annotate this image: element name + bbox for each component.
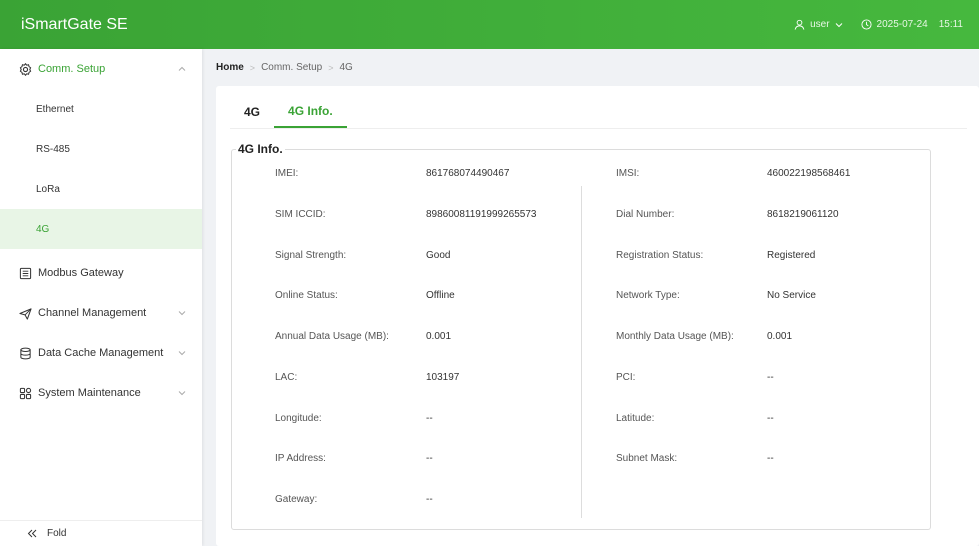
info-label: Network Type:	[616, 290, 680, 301]
breadcrumb-separator-icon: >	[249, 62, 256, 73]
chevron-down-icon	[178, 308, 186, 318]
info-value: 103197	[426, 372, 460, 383]
breadcrumb-comm-setup[interactable]: Comm. Setup	[261, 62, 322, 73]
info-value: 861768074490467	[426, 168, 510, 179]
info-value: --	[767, 453, 774, 464]
info-value: 89860081191999265573	[426, 209, 537, 220]
app-title: iSmartGate SE	[21, 15, 128, 33]
info-label: Longitude:	[275, 413, 322, 424]
sidebar-group-label: Data Cache Management	[38, 347, 164, 359]
breadcrumb: Home > Comm. Setup > 4G	[216, 62, 353, 73]
info-label: Registration Status:	[616, 250, 704, 261]
sidebar-item-4g[interactable]: 4G	[0, 209, 202, 249]
tab-4g[interactable]: 4G	[230, 96, 274, 128]
fold-label: Fold	[47, 528, 67, 539]
info-label: Dial Number:	[616, 209, 675, 220]
sidebar-item-ethernet[interactable]: Ethernet	[0, 89, 202, 129]
info-panel-title: 4G Info.	[238, 142, 283, 156]
breadcrumb-home[interactable]: Home	[216, 62, 244, 73]
plane-icon	[19, 307, 32, 320]
info-value: Offline	[426, 290, 455, 301]
double-chevron-left-icon	[27, 529, 37, 538]
current-time: 15:11	[938, 19, 963, 30]
info-label: IP Address:	[275, 453, 326, 464]
sidebar-group-label: Modbus Gateway	[38, 267, 124, 279]
info-label: LAC:	[275, 372, 298, 383]
info-value: --	[426, 413, 433, 424]
sidebar-item-rs485[interactable]: RS-485	[0, 129, 202, 169]
info-value: No Service	[767, 290, 816, 301]
sidebar-item-lora[interactable]: LoRa	[0, 169, 202, 209]
info-value: Registered	[767, 250, 816, 261]
top-bar: iSmartGate SE user 2025-07-24 15:11	[0, 0, 979, 49]
top-right: user 2025-07-24 15:11	[794, 19, 963, 30]
chevron-down-icon	[178, 348, 186, 358]
info-label: Gateway:	[275, 494, 318, 505]
breadcrumb-current: 4G	[339, 62, 353, 73]
sidebar-item-comm-setup[interactable]: Comm. Setup	[0, 49, 202, 89]
info-label: PCI:	[616, 372, 636, 383]
info-value: 0.001	[767, 331, 793, 342]
info-value: --	[767, 413, 774, 424]
clock: 2025-07-24 15:11	[861, 19, 963, 30]
user-icon	[794, 19, 805, 30]
info-label: Monthly Data Usage (MB):	[616, 331, 734, 342]
current-date: 2025-07-24	[876, 19, 928, 30]
info-value: 460022198568461	[767, 168, 851, 179]
sidebar-item-modbus-gateway[interactable]: Modbus Gateway	[0, 253, 202, 293]
info-value: Good	[426, 250, 451, 261]
breadcrumb-separator-icon: >	[328, 62, 334, 73]
chevron-down-icon	[835, 22, 843, 28]
user-name: user	[810, 19, 830, 30]
info-label: Online Status:	[275, 290, 338, 301]
info-label: Signal Strength:	[275, 250, 347, 261]
main-card: 4G 4G Info. 4G Info. IMEI: 86176807449046…	[216, 86, 979, 546]
info-label: IMSI:	[616, 168, 640, 179]
database-icon	[19, 347, 32, 360]
info-value: --	[767, 372, 774, 383]
info-label: Latitude:	[616, 413, 655, 424]
fold-button[interactable]: Fold	[0, 520, 202, 546]
gear-icon	[19, 62, 32, 76]
tab-bar: 4G 4G Info.	[230, 97, 967, 129]
info-label: SIM ICCID:	[275, 209, 326, 220]
sidebar: Comm. Setup Ethernet RS-485 LoRa 4G Modb…	[0, 49, 202, 546]
info-label: Annual Data Usage (MB):	[275, 331, 389, 342]
chevron-down-icon	[178, 388, 186, 398]
sidebar-item-system-maintenance[interactable]: System Maintenance	[0, 373, 202, 413]
info-value: --	[426, 494, 433, 505]
sidebar-item-channel-management[interactable]: Channel Management	[0, 293, 202, 333]
chevron-up-icon	[178, 64, 186, 74]
info-value: 0.001	[426, 331, 452, 342]
column-divider	[581, 186, 582, 518]
info-value: --	[426, 453, 433, 464]
grid-icon	[19, 387, 32, 400]
clock-icon	[861, 19, 872, 30]
sidebar-group-label: System Maintenance	[38, 387, 141, 399]
sidebar-group-label: Comm. Setup	[38, 63, 106, 75]
document-icon	[19, 267, 32, 280]
info-label: Subnet Mask:	[616, 453, 678, 464]
tab-4g-info[interactable]: 4G Info.	[274, 96, 347, 128]
sidebar-item-data-cache-management[interactable]: Data Cache Management	[0, 333, 202, 373]
info-label: IMEI:	[275, 168, 299, 179]
user-menu[interactable]: user	[794, 19, 842, 30]
info-value: 8618219061120	[767, 209, 839, 220]
info-panel: 4G Info. IMEI: 861768074490467 SIM ICCID: 8…	[231, 142, 931, 530]
sidebar-group-label: Channel Management	[38, 307, 147, 319]
